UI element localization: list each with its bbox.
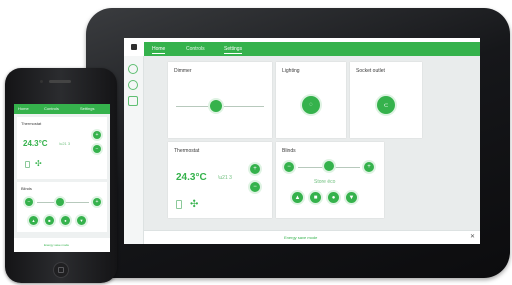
phone-tab-settings[interactable]: Settings [80, 105, 94, 113]
phone-blinds-open-button[interactable]: ▲ [29, 216, 38, 225]
socket-title: Socket outlet [356, 68, 385, 74]
blinds-plus-button[interactable]: + [364, 162, 374, 172]
thermostat-setpoint: \u21 3 [218, 175, 232, 181]
blinds-minus-button[interactable]: − [284, 162, 294, 172]
thermostat-title: Thermostat [174, 148, 200, 154]
tablet-nav-bar: Home Controls Settings [144, 42, 480, 56]
socket-card: Socket outlet ⊂ [350, 62, 422, 138]
blinds-stop-button[interactable]: ■ [310, 192, 321, 203]
phone-energy-save-link[interactable]: Energy save mode [44, 243, 69, 247]
dimmer-slider-knob[interactable] [209, 100, 222, 112]
phone-thermostat-temperature: 24.3°C [23, 139, 48, 148]
thermostat-temperature: 24.3°C [176, 172, 207, 183]
phone-thermostat-setpoint: \u21 3 [59, 141, 71, 146]
phone-blinds-my-button[interactable]: ● [61, 216, 70, 225]
home-icon[interactable] [128, 64, 138, 74]
phone-thermostat-card: Thermostat 24.3°C \u21 3 + − ✣ [17, 117, 107, 179]
socket-toggle-button[interactable]: ⊂ [377, 96, 395, 114]
tab-home[interactable]: Home [152, 44, 166, 54]
blinds-open-button[interactable]: ▲ [292, 192, 303, 203]
thermostat-card: Thermostat 24.3°C \u21 3 + − ✣ [168, 142, 272, 218]
energy-save-link[interactable]: Energy save mode [284, 235, 317, 240]
phone-blinds-stop-button[interactable]: ■ [45, 216, 54, 225]
phone-tab-controls[interactable]: Controls [44, 105, 59, 113]
phone-blinds-slider-knob[interactable] [56, 198, 65, 206]
blinds-card: Blinds − + Store éco ▲ ■ ● ▼ [276, 142, 384, 218]
phone-blinds-card: Blinds − + ▲ ■ ● ▼ [17, 182, 107, 232]
phone-fan-icon: ✣ [35, 159, 42, 168]
battery-icon [176, 200, 182, 209]
phone-temperature-down-button[interactable]: − [93, 145, 101, 153]
lighting-card: Lighting ◌ [276, 62, 346, 138]
phone-camera [40, 80, 43, 83]
collapse-icon[interactable]: ✕ [470, 233, 475, 240]
phone-tab-home[interactable]: Home [18, 105, 29, 113]
blinds-my-button[interactable]: ● [328, 192, 339, 203]
lighting-toggle-button[interactable]: ◌ [302, 96, 320, 114]
plug-icon: ⊂ [383, 102, 389, 109]
phone-battery-icon [25, 161, 30, 168]
dimmer-card: Dimmer [168, 62, 272, 138]
blinds-title: Blinds [282, 148, 296, 154]
bulb-icon: ◌ [309, 102, 313, 108]
fan-icon: ✣ [190, 199, 199, 210]
phone-blinds-plus-button[interactable]: + [93, 198, 101, 206]
tablet-sidebar [124, 56, 144, 244]
phone-thermostat-title: Thermostat [21, 121, 42, 126]
tablet-footer: Energy save mode ✕ [144, 230, 480, 244]
phone-blinds-minus-button[interactable]: − [25, 198, 33, 206]
app-logo-icon [131, 44, 137, 50]
phone-blinds-title: Blinds [21, 186, 32, 191]
phone-speaker [49, 80, 71, 83]
dimmer-title: Dimmer [174, 68, 192, 74]
blinds-position-label: Store éco [314, 179, 336, 185]
tablet-screen: Home Controls Settings Dimmer Lighting ◌… [124, 38, 480, 244]
phone-temperature-up-button[interactable]: + [93, 131, 101, 139]
phone-screen: Home Controls Settings Thermostat 24.3°C… [14, 104, 110, 252]
home-square-icon [58, 267, 64, 273]
lighting-title: Lighting [282, 68, 300, 74]
blinds-close-button[interactable]: ▼ [346, 192, 357, 203]
temperature-down-button[interactable]: − [250, 182, 260, 192]
settings-icon[interactable] [128, 80, 138, 90]
phone-nav-bar: Home Controls Settings [14, 104, 110, 114]
tab-settings[interactable]: Settings [224, 44, 243, 54]
phone-footer: Energy save mode [14, 238, 110, 252]
temperature-up-button[interactable]: + [250, 164, 260, 174]
tab-controls[interactable]: Controls [186, 44, 205, 54]
grid-icon[interactable] [128, 96, 138, 106]
blinds-slider-knob[interactable] [324, 161, 334, 171]
phone-blinds-close-button[interactable]: ▼ [77, 216, 86, 225]
